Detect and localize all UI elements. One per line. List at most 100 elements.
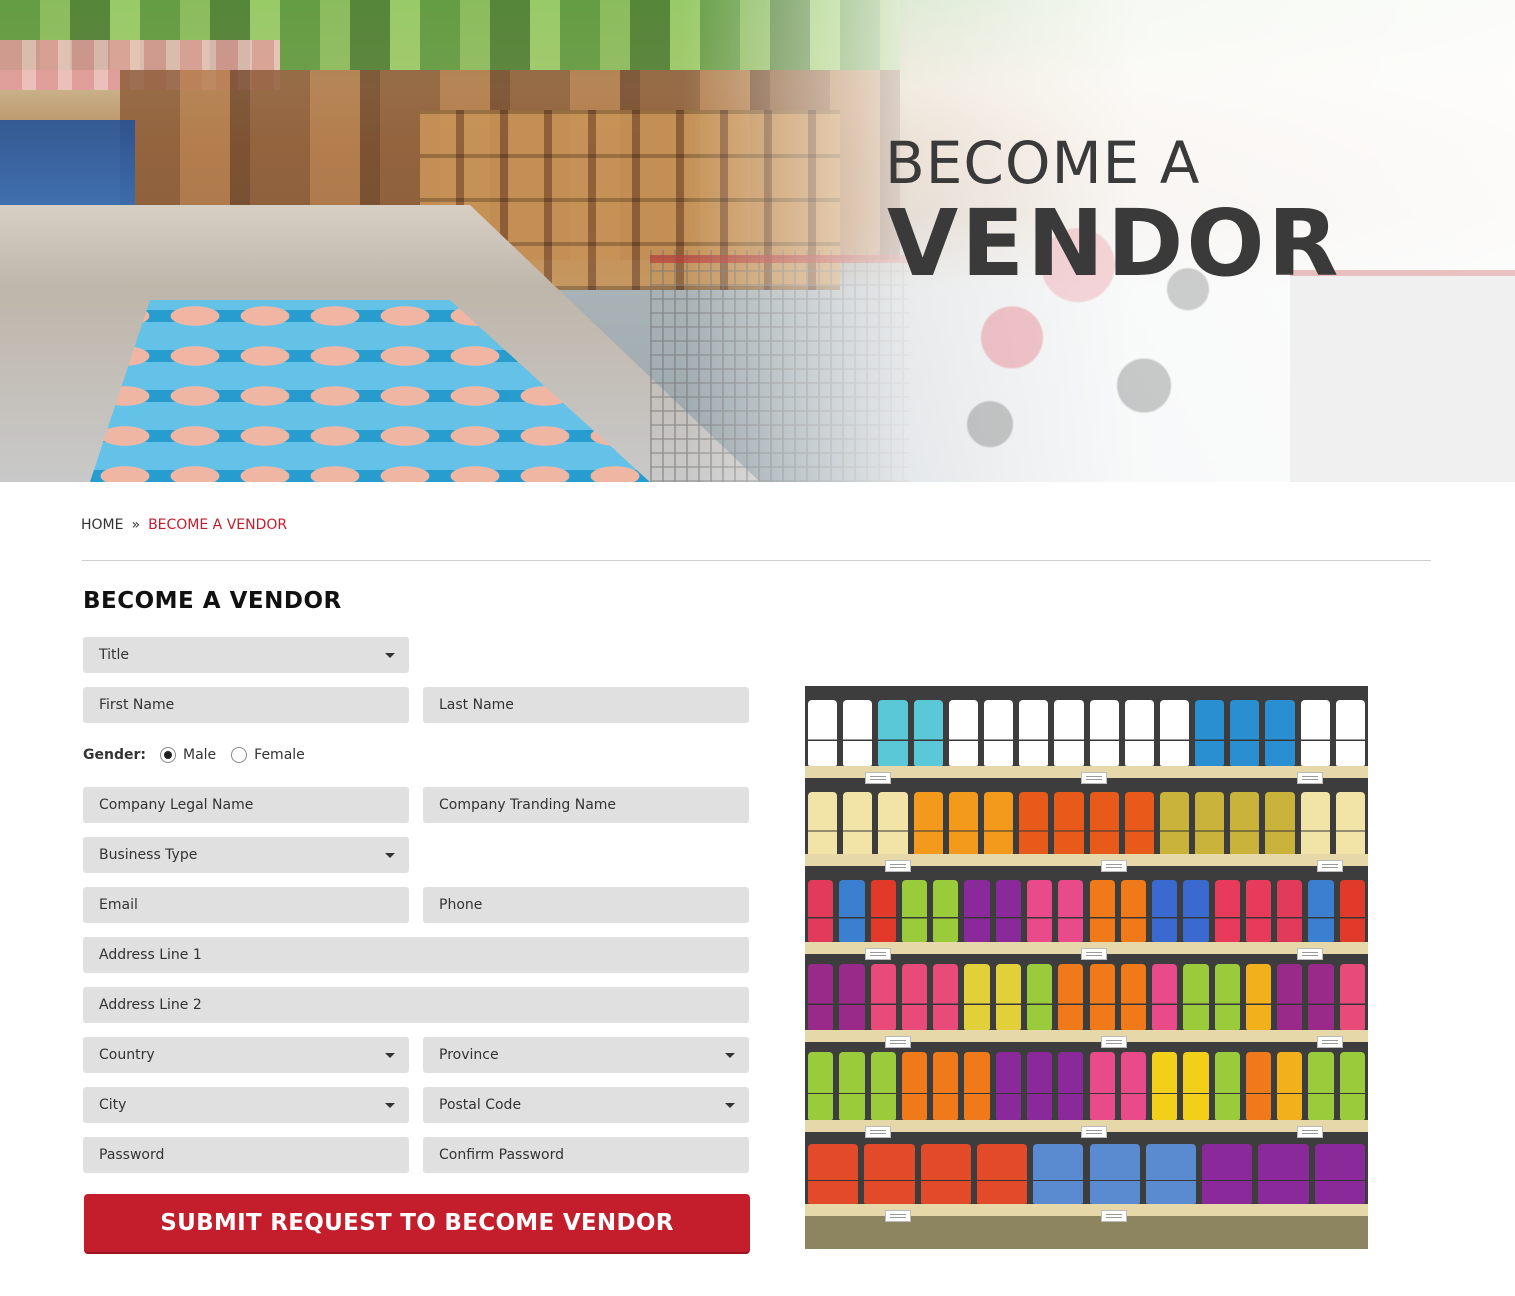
- shelf-product: [1245, 880, 1272, 942]
- shelf-product: [933, 880, 959, 942]
- price-tag: [865, 772, 891, 784]
- shelf-product: [1159, 792, 1190, 856]
- password-field[interactable]: Password: [83, 1137, 409, 1173]
- shelf-product: [1265, 700, 1295, 766]
- shelf-product: [1089, 1052, 1115, 1120]
- shelf-product: [1183, 1052, 1209, 1120]
- title-select[interactable]: Title: [83, 637, 409, 673]
- submit-button[interactable]: SUBMIT REQUEST TO BECOME VENDOR: [84, 1194, 750, 1252]
- price-tag: [885, 1036, 911, 1048]
- shelf-product: [1019, 792, 1049, 856]
- shelf-product: [1026, 964, 1053, 1030]
- gender-option-female[interactable]: Female: [231, 747, 305, 763]
- shelf-product: [870, 880, 896, 942]
- company-trading-name-field[interactable]: Company Tranding Name: [423, 787, 749, 823]
- shelf-product: [1058, 964, 1084, 1030]
- shelf-product: [1245, 964, 1272, 1030]
- postal-code-value: Postal Code: [439, 1097, 522, 1113]
- shelf-product: [976, 1144, 1028, 1204]
- company-legal-name-placeholder: Company Legal Name: [99, 797, 254, 813]
- confirm-password-field[interactable]: Confirm Password: [423, 1137, 749, 1173]
- province-value: Province: [439, 1047, 499, 1063]
- last-name-placeholder: Last Name: [439, 697, 514, 713]
- shelf-product: [964, 880, 990, 942]
- first-name-field[interactable]: First Name: [83, 687, 409, 723]
- male-radio[interactable]: [159, 747, 176, 763]
- address-line-2-field[interactable]: Address Line 2: [83, 987, 749, 1023]
- shelf-product: [1145, 1144, 1197, 1204]
- shelf-product: [1120, 964, 1147, 1030]
- shelf-product: [1089, 1144, 1140, 1204]
- country-select[interactable]: Country: [83, 1037, 409, 1073]
- shelf-product: [1300, 792, 1330, 856]
- shelf-product: [1335, 792, 1365, 856]
- last-name-field[interactable]: Last Name: [423, 687, 749, 723]
- confirm-password-placeholder: Confirm Password: [439, 1147, 565, 1163]
- shelf-product: [1152, 964, 1178, 1030]
- shelf-product: [983, 700, 1014, 766]
- shelf-product: [1214, 1052, 1240, 1120]
- shelf-product: [1230, 700, 1260, 766]
- shelf-product: [983, 792, 1014, 856]
- shelf-product: [1308, 880, 1334, 942]
- first-name-placeholder: First Name: [99, 697, 175, 713]
- address-line-1-field[interactable]: Address Line 1: [83, 937, 749, 973]
- company-legal-name-field[interactable]: Company Legal Name: [83, 787, 409, 823]
- divider: [82, 560, 1431, 561]
- breadcrumb-home-link[interactable]: HOME: [81, 517, 123, 533]
- shelf-product: [920, 1144, 971, 1204]
- company-trading-name-placeholder: Company Tranding Name: [439, 797, 617, 813]
- radio-selected-dot: [163, 751, 172, 759]
- shelf-product: [808, 880, 834, 942]
- price-tag: [1297, 948, 1323, 960]
- price-tag: [1317, 1036, 1343, 1048]
- breadcrumb-separator: »: [131, 517, 141, 533]
- male-label: Male: [182, 747, 217, 763]
- shelf-product: [1089, 792, 1119, 856]
- city-value: City: [99, 1097, 127, 1113]
- shelf-product: [933, 1052, 959, 1120]
- gender-label: Gender:: [83, 747, 146, 763]
- shelf-product: [1152, 1052, 1178, 1120]
- postal-code-select[interactable]: Postal Code: [423, 1087, 749, 1123]
- shelf-product: [1308, 964, 1334, 1030]
- price-tag: [1317, 860, 1343, 872]
- shelf-product: [1202, 1144, 1253, 1204]
- price-tag: [1081, 1126, 1107, 1138]
- shelf-product: [1265, 792, 1295, 856]
- shelf-product: [1183, 880, 1209, 942]
- shelf-product: [995, 964, 1021, 1030]
- business-type-select[interactable]: Business Type: [83, 837, 409, 873]
- shelf-product: [1335, 700, 1365, 766]
- shelf-product: [1054, 792, 1084, 856]
- breadcrumb-current: BECOME A VENDOR: [148, 517, 288, 533]
- shelf-product: [1026, 1052, 1053, 1120]
- gender-option-male[interactable]: Male: [159, 747, 217, 763]
- shelf-product: [843, 700, 873, 766]
- shelf-product: [843, 792, 873, 856]
- email-field[interactable]: Email: [83, 887, 409, 923]
- shelf-product: [1258, 1144, 1309, 1204]
- shelf-product: [1314, 1144, 1365, 1204]
- phone-placeholder: Phone: [439, 897, 483, 913]
- price-tag: [1081, 948, 1107, 960]
- shelf-product: [1089, 964, 1115, 1030]
- city-select[interactable]: City: [83, 1087, 409, 1123]
- hero-banner: BECOME A VENDOR: [0, 0, 1515, 482]
- shelf-product: [808, 964, 834, 1030]
- phone-field[interactable]: Phone: [423, 887, 749, 923]
- female-radio[interactable]: [231, 747, 248, 763]
- shelf-product: [1120, 1052, 1147, 1120]
- price-tag: [1297, 772, 1323, 784]
- province-select[interactable]: Province: [423, 1037, 749, 1073]
- shelf-product: [1339, 880, 1365, 942]
- password-placeholder: Password: [99, 1147, 165, 1163]
- shelf-product: [1277, 964, 1303, 1030]
- shelf-product: [1058, 880, 1084, 942]
- shelf-product: [1339, 1052, 1365, 1120]
- price-tag: [1297, 1126, 1323, 1138]
- shelf-product: [901, 880, 928, 942]
- shelf-product: [1026, 880, 1053, 942]
- shelf-product: [1230, 792, 1260, 856]
- shelf-product: [808, 1144, 859, 1204]
